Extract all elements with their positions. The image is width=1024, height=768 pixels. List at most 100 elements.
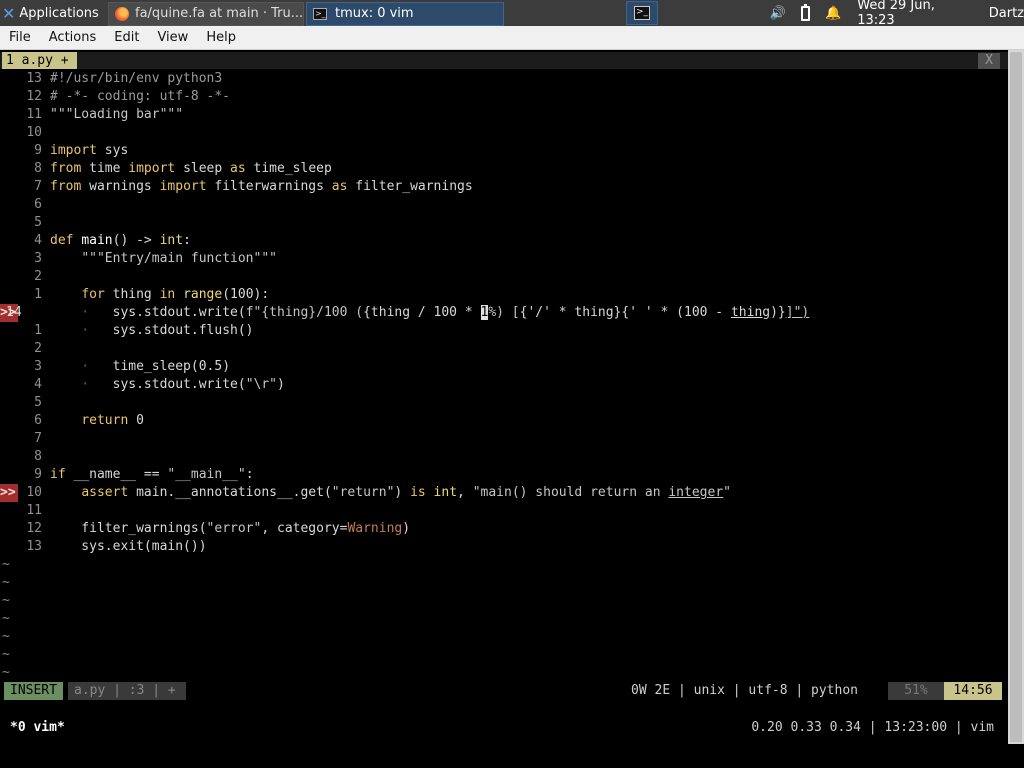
tmux-window-button[interactable]: >_ tmux: 0 vim — [306, 1, 504, 26]
code-line[interactable]: 9 import sys — [0, 142, 1008, 160]
notification-bell-icon[interactable]: 🔔 — [825, 5, 841, 21]
line-number: 3 — [34, 251, 42, 266]
code-line[interactable]: 2 — [0, 268, 1008, 286]
battery-icon[interactable] — [798, 3, 813, 21]
line-number: 4 — [34, 233, 42, 248]
code-line[interactable]: 12 filter_warnings("error", category=War… — [0, 520, 1008, 538]
line-number: 8 — [34, 161, 42, 176]
code-text[interactable]: · sys.stdout.write("\r") — [50, 376, 285, 394]
tilde-marker: ~ — [2, 557, 10, 572]
tmux-window-label[interactable]: *0 vim* — [10, 718, 65, 738]
vim-mode-indicator: INSERT — [4, 682, 63, 700]
clock[interactable]: Wed 29 Jun, 13:23 — [857, 0, 971, 28]
code-line[interactable]: 5 — [0, 394, 1008, 412]
line-number: 3 — [34, 359, 42, 374]
code-text[interactable]: return 0 — [50, 412, 144, 430]
code-line[interactable]: 1 · sys.stdout.flush() — [0, 322, 1008, 340]
terminal-launcher-button[interactable]: >_ — [626, 1, 658, 25]
code-line[interactable]: 7 from warnings import filterwarnings as … — [0, 178, 1008, 196]
code-line[interactable]: 4 def main() -> int: — [0, 232, 1008, 250]
code-line[interactable]: 8 — [0, 448, 1008, 466]
xfce-logo-icon: ✕ — [2, 3, 16, 23]
terminal-area[interactable]: 1 a.py + X 13 #!/usr/bin/env python3 12 # -… — [0, 50, 1008, 744]
firefox-window-title: fa/quine.fa at main · Tru... — [135, 6, 304, 21]
line-number: 1 — [34, 287, 42, 302]
code-line[interactable]: >> 10 assert main.__annotations__.get("re… — [0, 484, 1008, 502]
menu-help[interactable]: Help — [197, 30, 245, 45]
vim-status-info: 0W 2E | unix | utf-8 | python — [631, 683, 858, 698]
code-text[interactable]: for thing in range(100): — [50, 286, 269, 304]
code-line[interactable]: 4 · sys.stdout.write("\r") — [0, 376, 1008, 394]
tmux-statusbar: *0 vim* 0.20 0.33 0.34 | 13:23:00 | vim — [0, 718, 1008, 738]
code-text[interactable]: if __name__ == "__main__": — [50, 466, 254, 484]
tilde-marker: ~ — [2, 611, 10, 626]
menu-edit[interactable]: Edit — [105, 30, 148, 45]
code-line[interactable]: 13 sys.exit(main()) — [0, 538, 1008, 556]
tilde-marker: ~ — [2, 629, 10, 644]
vim-tabline: 1 a.py + X — [0, 52, 1008, 69]
code-text[interactable]: import sys — [50, 142, 128, 160]
code-line[interactable]: 5 — [0, 214, 1008, 232]
code-text[interactable]: filter_warnings("error", category=Warnin… — [50, 520, 410, 538]
code-text[interactable]: """Loading bar""" — [50, 106, 183, 124]
code-line[interactable]: 2 — [0, 340, 1008, 358]
empty-line-tilde: ~ — [0, 628, 1008, 646]
menu-file[interactable]: File — [0, 30, 40, 45]
code-line[interactable]: 6 — [0, 196, 1008, 214]
line-number: 1 — [34, 323, 42, 338]
code-line[interactable]: 12 # -*- coding: utf-8 -*- — [0, 88, 1008, 106]
vim-tab-active[interactable]: 1 a.py + — [2, 52, 77, 69]
code-text[interactable]: · sys.stdout.write(f"{thing}/100 ({thing… — [50, 304, 809, 322]
code-text[interactable]: assert main.__annotations__.get("return"… — [50, 484, 731, 502]
line-number: 10 — [26, 485, 42, 500]
code-line[interactable]: 3 · time_sleep(0.5) — [0, 358, 1008, 376]
code-text[interactable]: """Entry/main function""" — [50, 250, 277, 268]
line-number: 9 — [34, 143, 42, 158]
line-number: 13 — [26, 539, 42, 554]
firefox-window-button[interactable]: fa/quine.fa at main · Tru... — [108, 1, 304, 26]
user-menu[interactable]: Dartz — [989, 6, 1024, 21]
empty-line-tilde: ~ — [0, 610, 1008, 628]
code-line[interactable]: 6 return 0 — [0, 412, 1008, 430]
code-line[interactable]: 9 if __name__ == "__main__": — [0, 466, 1008, 484]
empty-line-tilde: ~ — [0, 556, 1008, 574]
line-number: 5 — [34, 395, 42, 410]
code-text[interactable]: · sys.stdout.flush() — [50, 322, 253, 340]
code-text[interactable]: # -*- coding: utf-8 -*- — [50, 88, 230, 106]
code-line[interactable]: 11 — [0, 502, 1008, 520]
code-text[interactable]: #!/usr/bin/env python3 — [50, 70, 222, 88]
line-number: 2 — [34, 269, 42, 284]
applications-menu[interactable]: ✕ Applications — [0, 0, 108, 26]
menu-view[interactable]: View — [148, 30, 197, 45]
code-line[interactable]: 8 from time import sleep as time_sleep — [0, 160, 1008, 178]
code-line[interactable]: 13 #!/usr/bin/env python3 — [0, 70, 1008, 88]
terminal-scrollbar[interactable] — [1008, 50, 1024, 744]
system-tray: 🔊 🔔 Wed 29 Jun, 13:23 Dartz — [770, 0, 1024, 28]
scrollbar-thumb[interactable] — [1010, 52, 1022, 742]
tmux-window-title: tmux: 0 vim — [335, 6, 414, 21]
vim-statusline: INSERT a.py | :3 | + 0W 2E | unix | utf-… — [0, 682, 1008, 700]
terminal-launcher-icon: >_ — [634, 6, 650, 20]
vim-status-percent: 51% — [888, 682, 944, 700]
code-text[interactable]: def main() -> int: — [50, 232, 191, 250]
code-text[interactable]: from time import sleep as time_sleep — [50, 160, 332, 178]
code-line[interactable]: 10 — [0, 124, 1008, 142]
code-text[interactable]: sys.exit(main()) — [50, 538, 206, 556]
volume-icon[interactable]: 🔊 — [770, 5, 786, 21]
code-line[interactable]: 7 — [0, 430, 1008, 448]
vim-status-file: a.py | :3 | + — [68, 682, 186, 700]
tilde-marker: ~ — [2, 647, 10, 662]
code-line[interactable]: 1 for thing in range(100): — [0, 286, 1008, 304]
line-number: 14 — [6, 305, 22, 320]
line-number: 11 — [26, 107, 42, 122]
code-line[interactable]: >> 14 · sys.stdout.write(f"{thing}/100 ({… — [0, 304, 1008, 322]
code-text[interactable]: · time_sleep(0.5) — [50, 358, 230, 376]
code-line[interactable]: 11 """Loading bar""" — [0, 106, 1008, 124]
code-text[interactable]: from warnings import filterwarnings as f… — [50, 178, 473, 196]
tmux-status-right: 0.20 0.33 0.34 | 13:23:00 | vim — [751, 720, 994, 735]
vim-status-position: 14:56 — [944, 682, 1002, 700]
empty-line-tilde: ~ — [0, 664, 1008, 682]
menu-actions[interactable]: Actions — [40, 30, 106, 45]
vim-tab-close-button[interactable]: X — [978, 53, 1000, 69]
code-line[interactable]: 3 """Entry/main function""" — [0, 250, 1008, 268]
